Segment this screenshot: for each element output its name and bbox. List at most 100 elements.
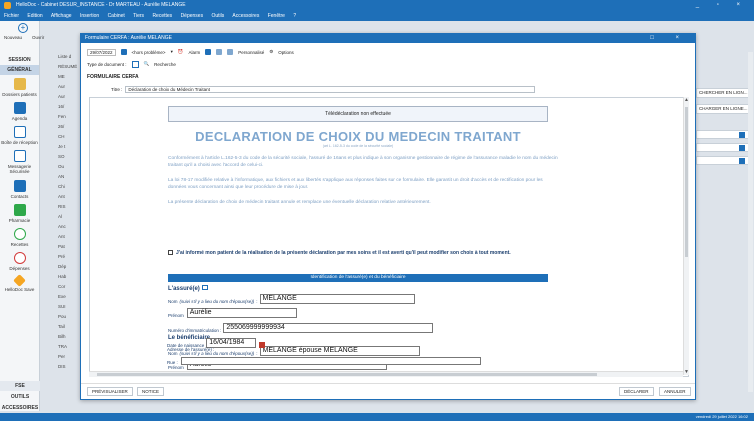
new-icon[interactable]: +	[18, 23, 28, 33]
information-checkbox-row[interactable]: J'ai informé mon patient de la réalisati…	[168, 250, 558, 257]
bg-text: Aur	[58, 94, 66, 99]
benef-nom-field[interactable]: MELANGE épouse MELANGE	[259, 346, 420, 356]
hscroll-thumb[interactable]	[97, 373, 597, 376]
assure-nom-field[interactable]: MELANGE	[259, 294, 415, 304]
document-title: DECLARATION DE CHOIX DU MEDECIN TRAITANT	[195, 129, 521, 144]
sidebar-item-pharmacie[interactable]: Pharmacie	[0, 201, 39, 225]
search-icon[interactable]: 🔍	[144, 61, 150, 67]
options-select[interactable]: Options	[278, 50, 294, 55]
sidebar-item-agenda[interactable]: Agenda	[0, 99, 39, 123]
notice-button[interactable]: NOTICE	[137, 387, 165, 396]
sidebar-item-depenses[interactable]: Dépenses	[0, 249, 39, 273]
folder-icon	[13, 78, 26, 90]
expense-euro-icon	[13, 252, 26, 264]
personalise-select[interactable]: Personnalisé	[238, 50, 264, 55]
sidebar-item-label: Pharmacie	[8, 218, 31, 223]
sidebar-item-recettes[interactable]: Recettes	[0, 225, 39, 249]
open-label[interactable]: Ouvrir	[32, 35, 44, 40]
calendar-icon[interactable]	[259, 342, 266, 348]
app-title-bar: HelloDoc - Cabinet DESUR_INSTANCE - Dr M…	[0, 0, 754, 11]
dialog-window-controls[interactable]: □ ×	[650, 34, 689, 43]
bg-text: Exe	[58, 294, 66, 299]
menu-outils[interactable]: Outils	[211, 13, 224, 19]
menu-fenetre[interactable]: Fenêtre	[268, 13, 285, 19]
contacts-icon	[13, 180, 26, 192]
scroll-thumb[interactable]	[685, 107, 688, 257]
calendar-field[interactable]	[696, 156, 752, 165]
problem-select[interactable]: <hors problème>	[132, 50, 166, 55]
paragraph-1: Conformément à l'article L.162-5-3 du co…	[168, 156, 558, 168]
document-hscrollbar[interactable]	[89, 371, 683, 377]
bg-text: Je t	[58, 144, 66, 149]
scroll-down-icon[interactable]: ▼	[684, 369, 689, 375]
menu-affichage[interactable]: Affichage	[51, 13, 72, 19]
sidebar-item-dossiers[interactable]: Dossiers patients	[0, 75, 39, 99]
assure-heading: L'assuré(e)	[168, 285, 209, 292]
menu-accessoires[interactable]: Accessoires	[232, 13, 259, 19]
doc-type-row: Type de document : 🔍 Recherche	[87, 59, 176, 69]
calendar-field[interactable]	[696, 130, 752, 139]
calendar-icon	[739, 132, 745, 138]
sidebar-item-label: Boîte de réception	[1, 140, 38, 145]
bg-text: Dép	[58, 264, 67, 269]
nom-hint: (suivi s'il y a lieu du nom d'époux(se))	[179, 299, 255, 304]
adresse-label: Adresse de l'assuré(e) :	[167, 347, 215, 352]
bg-text: SUI	[58, 304, 66, 309]
dialog-title-bar: Formulaire CERFA : Aurélie MELANGE □ ×	[81, 34, 695, 43]
lock-icon[interactable]	[205, 49, 212, 55]
menu-depenses[interactable]: Dépenses	[181, 13, 204, 19]
search-label[interactable]: Recherche	[154, 62, 176, 67]
sidebar-item-messagerie[interactable]: Messagerie Sécurisée	[0, 147, 39, 177]
menu-tiers[interactable]: Tiers	[133, 13, 144, 19]
prenom-label: Prénom	[168, 365, 184, 370]
bg-text: Liste d	[58, 54, 72, 59]
document-scrollbar[interactable]: ▲ ▼	[683, 97, 689, 375]
sidebar-item-inbox[interactable]: Boîte de réception	[0, 123, 39, 147]
tab-general[interactable]: GÉNÉRAL	[0, 65, 39, 75]
alarm-select[interactable]: Alarm	[188, 50, 200, 55]
preview-button[interactable]: PRÉVISUALISER	[87, 387, 133, 396]
information-checkbox[interactable]	[168, 250, 173, 256]
bg-text: Fen	[58, 114, 66, 119]
sidebar-accessoires[interactable]: ACCESSOIRES	[0, 403, 40, 413]
assure-prenom-field[interactable]: Aurélie	[186, 308, 297, 318]
right-action-panel: CHERCHER EN LIGN... CHARGER EN LIGNE...	[696, 88, 752, 169]
calendar-field[interactable]	[696, 143, 752, 152]
main-scrollbar[interactable]	[748, 52, 753, 392]
menu-fichier[interactable]: Fichier	[4, 13, 19, 19]
bg-text: Ant	[58, 234, 65, 239]
sidebar-item-contacts[interactable]: Contacts	[0, 177, 39, 201]
tab-session[interactable]: SESSION	[0, 55, 39, 65]
scroll-up-icon[interactable]: ▲	[684, 97, 689, 103]
date-field[interactable]: 29/07/2022	[87, 48, 116, 56]
chevron-down-icon[interactable]: ▾	[171, 49, 173, 55]
sidebar-fse[interactable]: FSE	[0, 381, 40, 391]
bg-text: Anc	[58, 224, 66, 229]
calendar-small-icon[interactable]	[227, 49, 234, 55]
calendar-icon[interactable]	[120, 49, 127, 55]
titre-input[interactable]: Déclaration de choix du Médecin Traitant	[125, 86, 536, 93]
document-icon[interactable]	[216, 49, 223, 55]
search-online-button[interactable]: CHERCHER EN LIGN...	[696, 88, 752, 98]
assure-immat-field[interactable]: 255069999999934	[223, 323, 434, 333]
sidebar-item-hellodoc-save[interactable]: HelloDoc Save	[0, 273, 39, 297]
sidebar-outils[interactable]: OUTILS	[0, 392, 40, 402]
doc-type-icon[interactable]	[131, 60, 139, 68]
menu-bar: Fichier Edition Affichage Insertion Cabi…	[0, 11, 754, 21]
rue-row: Rue :	[167, 357, 481, 365]
save-icon	[13, 274, 26, 287]
contacts-card-icon[interactable]	[202, 285, 209, 290]
menu-help[interactable]: ?	[293, 13, 296, 19]
menu-recettes[interactable]: Recettes	[152, 13, 172, 19]
rue-field[interactable]	[180, 357, 481, 365]
load-online-button[interactable]: CHARGER EN LIGNE...	[696, 104, 752, 114]
cancel-button[interactable]: ANNULER	[659, 387, 691, 396]
paragraph-3: La présente déclaration de choix de méde…	[168, 200, 431, 205]
declare-button[interactable]: DÉCLARER	[619, 387, 654, 396]
menu-edition[interactable]: Edition	[27, 13, 42, 19]
menu-insertion[interactable]: Insertion	[80, 13, 99, 19]
sidebar-item-label: Contacts	[10, 194, 29, 199]
bg-text: CH	[58, 134, 65, 139]
window-controls[interactable]: _ ▫ ×	[696, 0, 748, 11]
menu-cabinet[interactable]: Cabinet	[108, 13, 125, 19]
